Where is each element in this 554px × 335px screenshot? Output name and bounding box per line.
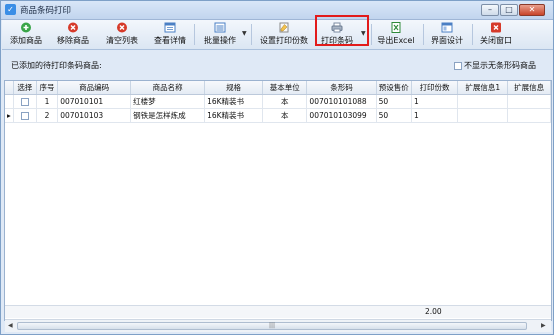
column-header[interactable]: 选择 <box>13 81 37 95</box>
separator <box>472 24 473 45</box>
remove-icon <box>68 22 78 33</box>
column-header[interactable]: 规格 <box>204 81 264 95</box>
total-copies-value: 2.00 <box>425 307 442 316</box>
batch-operation-button[interactable]: 批量操作 <box>198 20 242 49</box>
cell-unit: 本 <box>262 94 308 109</box>
column-header[interactable]: 序号 <box>36 81 59 95</box>
remove-product-button[interactable]: 移除商品 <box>54 20 92 49</box>
separator <box>194 24 195 45</box>
cell-index: 1 <box>36 94 59 109</box>
cell-price: 50 <box>376 94 413 109</box>
set-print-copies-button[interactable]: 设置打印份数 <box>256 20 312 49</box>
window-title: 商品条码打印 <box>20 6 72 16</box>
main-window: ✓ 商品条码打印 – □ ✕ 添加商品 移除商品 清空列表 查看详情 批量操作 … <box>0 0 554 335</box>
pending-products-label: 已添加的待打印条码商品: <box>11 61 102 70</box>
summary-footer: 2.00 <box>5 305 551 318</box>
row-checkbox[interactable] <box>20 98 29 106</box>
horizontal-scrollbar[interactable]: ◀ ||| ▶ <box>5 319 551 332</box>
set-print-copies-label: 设置打印份数 <box>260 36 308 45</box>
column-header[interactable]: 预设售价 <box>376 81 413 95</box>
cell-product-name: 红楼梦 <box>130 94 206 109</box>
cell-ext-info-1 <box>457 94 509 109</box>
view-details-label: 查看详情 <box>154 36 186 45</box>
toolbar: 添加商品 移除商品 清空列表 查看详情 批量操作 ▼ 设置打印份数 打印条码 ▼… <box>2 20 553 50</box>
hide-no-barcode-checkbox[interactable] <box>454 61 462 70</box>
row-checkbox[interactable] <box>20 112 29 120</box>
row-indicator <box>5 94 14 109</box>
scroll-left-icon[interactable]: ◀ <box>8 322 13 329</box>
export-excel-label: 导出Excel <box>377 36 415 45</box>
clear-list-label: 清空列表 <box>106 36 138 45</box>
print-barcode-highlight-box <box>315 15 369 46</box>
cell-price: 50 <box>376 108 413 123</box>
table-row[interactable]: 1 007010101 红楼梦 16K精装书 本 007010101088 50… <box>5 94 551 109</box>
cell-ext-info-1 <box>457 108 509 123</box>
clear-list-button[interactable]: 清空列表 <box>103 20 141 49</box>
cell-spec: 16K精装书 <box>204 108 264 123</box>
cell-print-copies[interactable]: 1 <box>411 94 459 109</box>
minimize-button[interactable]: – <box>481 4 499 16</box>
close-window-label: 关闭窗口 <box>480 36 512 45</box>
cell-unit: 本 <box>262 108 308 123</box>
hide-no-barcode-label: 不显示无条形码商品 <box>464 61 536 70</box>
column-header[interactable]: 商品编码 <box>57 81 132 95</box>
remove-product-label: 移除商品 <box>57 36 89 45</box>
title-bar[interactable]: ✓ 商品条码打印 – □ ✕ <box>1 1 553 20</box>
cell-barcode: 007010103099 <box>306 108 377 123</box>
cell-barcode: 007010101088 <box>306 94 377 109</box>
table-row[interactable]: ▸ 2 007010103 钢铁是怎样炼成 16K精装书 本 007010103… <box>5 108 551 123</box>
excel-icon <box>391 22 401 33</box>
separator <box>423 24 424 45</box>
layout-icon <box>441 22 453 33</box>
cell-ext-info-2 <box>507 108 551 123</box>
close-window-icon <box>491 22 501 33</box>
view-details-button[interactable]: 查看详情 <box>150 20 190 49</box>
print-settings-icon <box>279 22 289 33</box>
column-header[interactable]: 商品名称 <box>130 81 206 95</box>
close-button[interactable]: ✕ <box>519 4 545 16</box>
column-header[interactable]: 扩展信息 <box>507 81 551 95</box>
add-product-label: 添加商品 <box>10 36 42 45</box>
add-product-button[interactable]: 添加商品 <box>8 20 44 49</box>
cell-ext-info-2 <box>507 94 551 109</box>
cell-product-name: 钢铁是怎样炼成 <box>130 108 206 123</box>
batch-dropdown-arrow-icon[interactable]: ▼ <box>242 30 247 37</box>
export-excel-button[interactable]: 导出Excel <box>376 20 416 49</box>
select-cell[interactable] <box>13 108 37 123</box>
separator <box>371 24 372 45</box>
cell-product-code: 007010101 <box>57 94 132 109</box>
clear-icon <box>117 22 127 33</box>
scroll-thumb[interactable]: ||| <box>17 322 527 330</box>
cell-product-code: 007010103 <box>57 108 132 123</box>
product-grid: 选择 序号 商品编码 商品名称 规格 基本单位 条形码 预设售价 打印份数 扩展… <box>4 80 552 321</box>
column-header[interactable]: 扩展信息1 <box>457 81 509 95</box>
close-window-button[interactable]: 关闭窗口 <box>476 20 516 49</box>
separator <box>251 24 252 45</box>
product-table: 选择 序号 商品编码 商品名称 规格 基本单位 条形码 预设售价 打印份数 扩展… <box>5 81 551 123</box>
batch-icon <box>214 22 226 33</box>
scroll-right-icon[interactable]: ▶ <box>541 322 546 329</box>
cell-index: 2 <box>36 108 59 123</box>
details-icon <box>164 22 176 33</box>
column-header[interactable]: 条形码 <box>306 81 377 95</box>
cell-print-copies[interactable]: 1 <box>411 108 459 123</box>
batch-operation-label: 批量操作 <box>204 36 236 45</box>
column-header[interactable]: 基本单位 <box>262 81 308 95</box>
interface-design-label: 界面设计 <box>431 36 463 45</box>
table-header-row: 选择 序号 商品编码 商品名称 规格 基本单位 条形码 预设售价 打印份数 扩展… <box>5 81 551 95</box>
column-header[interactable]: 打印份数 <box>411 81 459 95</box>
interface-design-button[interactable]: 界面设计 <box>427 20 467 49</box>
app-icon: ✓ <box>5 4 16 15</box>
add-icon <box>21 22 31 33</box>
row-indicator: ▸ <box>5 108 14 123</box>
maximize-button[interactable]: □ <box>500 4 518 16</box>
select-cell[interactable] <box>13 94 37 109</box>
cell-spec: 16K精装书 <box>204 94 264 109</box>
hide-no-barcode-option[interactable]: 不显示无条形码商品 <box>454 60 536 71</box>
row-indicator-header <box>5 81 14 95</box>
